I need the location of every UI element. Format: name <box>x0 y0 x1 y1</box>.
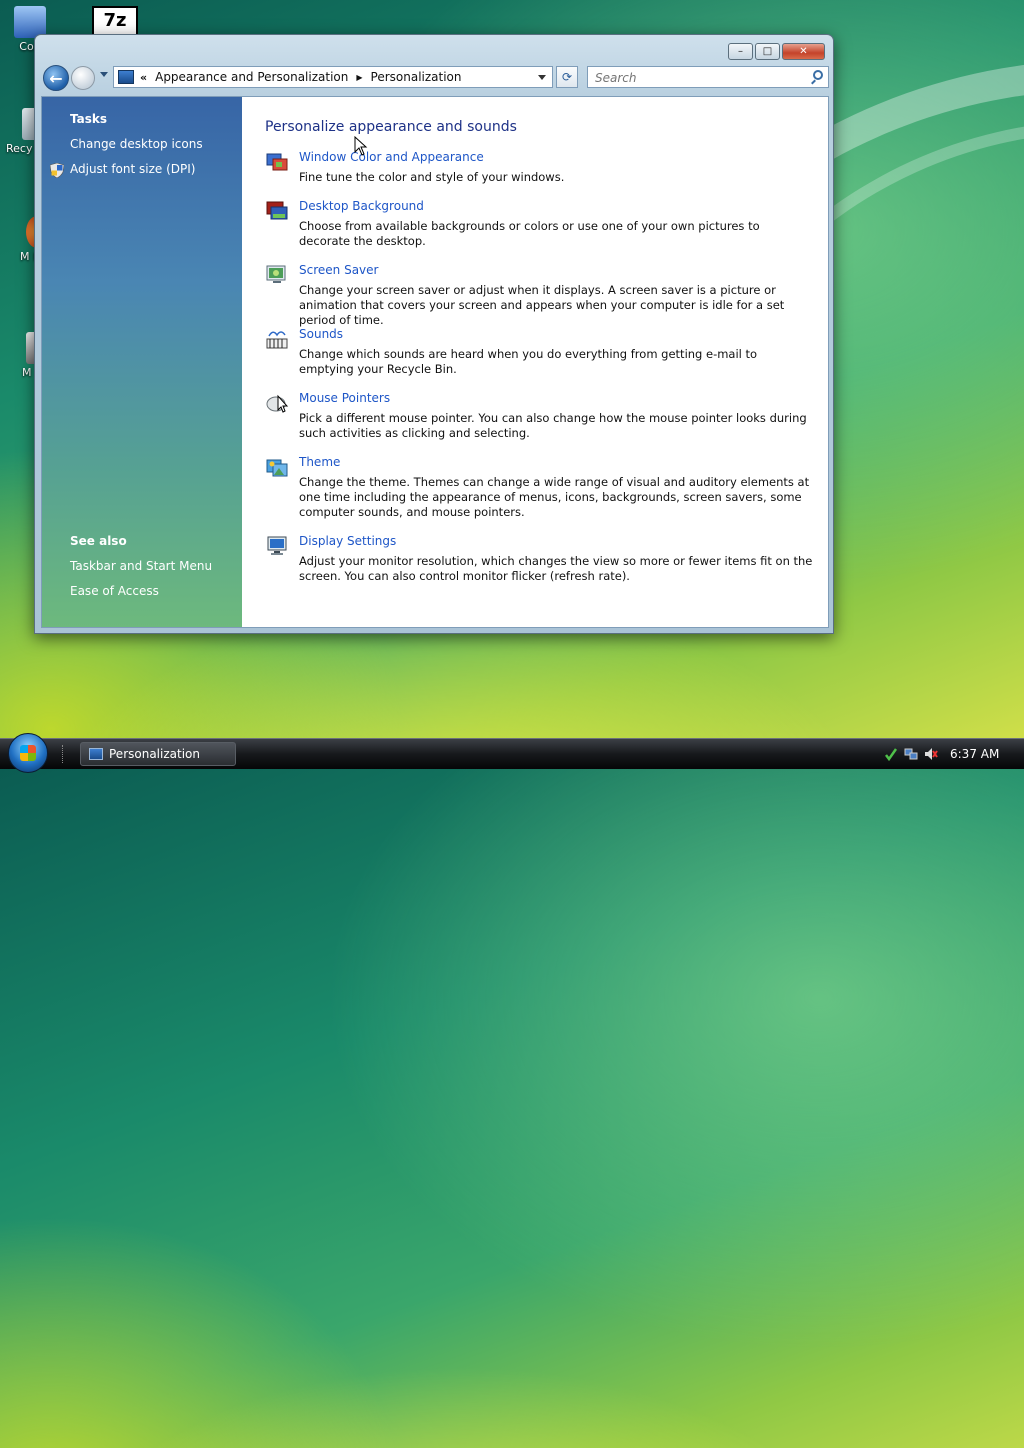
breadcrumb-appearance[interactable]: Appearance and Personalization <box>155 70 348 84</box>
display-settings-link[interactable]: Display Settings <box>299 534 396 548</box>
maximize-button[interactable]: □ <box>755 43 780 60</box>
address-chevron-icon[interactable]: « <box>140 71 147 84</box>
search-icon[interactable] <box>813 70 823 80</box>
address-bar[interactable]: « Appearance and Personalization ▶ Perso… <box>113 66 553 88</box>
personalization-window[interactable]: – □ ✕ ← « Appearance and Personalization… <box>34 34 834 634</box>
desktop-icon-7zip[interactable]: 7z <box>92 6 138 36</box>
content-area: Tasks Change desktop icons Adjust font s… <box>41 96 829 628</box>
screen-saver-link[interactable]: Screen Saver <box>299 263 378 277</box>
navigation-bar: ← « Appearance and Personalization ▶ Per… <box>43 65 829 93</box>
sevenzip-icon-label: 7z <box>103 10 127 31</box>
close-button[interactable]: ✕ <box>782 43 825 60</box>
display-settings-icon <box>267 536 287 555</box>
window-color-icon <box>266 153 288 171</box>
taskbar-start-menu-link[interactable]: Taskbar and Start Menu <box>70 559 212 573</box>
theme-icon <box>266 459 288 477</box>
address-dropdown-icon[interactable] <box>538 75 546 80</box>
start-button[interactable] <box>8 733 48 773</box>
item-description: Choose from available backgrounds or col… <box>299 219 760 248</box>
back-arrow-icon: ← <box>49 68 63 88</box>
notification-area: 6:37 AM <box>884 739 1024 769</box>
recent-pages-dropdown[interactable] <box>100 72 108 77</box>
mouse-cursor-icon <box>354 136 368 156</box>
ease-of-access-link[interactable]: Ease of Access <box>70 584 159 598</box>
control-panel-icon <box>118 70 134 84</box>
see-also-heading: See also <box>70 534 127 548</box>
minimize-button[interactable]: – <box>728 43 753 60</box>
breadcrumb-personalization[interactable]: Personalization <box>371 70 462 84</box>
search-box[interactable] <box>587 66 829 88</box>
sounds-link[interactable]: Sounds <box>299 327 343 341</box>
search-input[interactable] <box>593 70 797 86</box>
taskbar: Personalization 6:37 AM <box>0 733 1024 773</box>
refresh-icon: ⟳ <box>561 70 573 84</box>
item-description: Adjust your monitor resolution, which ch… <box>299 554 813 583</box>
task-pane: Tasks Change desktop icons Adjust font s… <box>42 97 242 627</box>
volume-muted-icon[interactable] <box>924 747 938 761</box>
quick-launch-grip[interactable] <box>62 745 65 763</box>
change-desktop-icons-link[interactable]: Change desktop icons <box>70 137 203 151</box>
taskbar-button-label: Personalization <box>109 747 200 761</box>
caption-buttons: – □ ✕ <box>728 43 825 60</box>
forward-button[interactable] <box>71 66 95 90</box>
security-center-icon[interactable] <box>884 747 898 761</box>
uac-shield-icon <box>50 163 64 178</box>
adjust-font-size-link[interactable]: Adjust font size (DPI) <box>70 162 195 176</box>
screen-saver-icon <box>266 265 286 283</box>
desktop-background-icon <box>266 201 288 220</box>
tasks-heading: Tasks <box>70 112 108 126</box>
page-title: Personalize appearance and sounds <box>265 119 517 135</box>
item-description: Change which sounds are heard when you d… <box>299 347 758 376</box>
item-description: Change your screen saver or adjust when … <box>299 283 785 327</box>
theme-link[interactable]: Theme <box>299 455 340 469</box>
back-button[interactable]: ← <box>43 65 69 91</box>
clock[interactable]: 6:37 AM <box>950 747 999 761</box>
item-description: Pick a different mouse pointer. You can … <box>299 411 807 440</box>
network-icon[interactable] <box>904 747 918 761</box>
taskbar-button-personalization[interactable]: Personalization <box>80 742 236 766</box>
item-description: Change the theme. Themes can change a wi… <box>299 475 810 519</box>
window-color-link[interactable]: Window Color and Appearance <box>299 150 484 164</box>
sounds-icon <box>266 331 288 349</box>
breadcrumb-separator-icon[interactable]: ▶ <box>356 73 362 82</box>
mouse-pointer-icon <box>266 394 289 413</box>
mouse-pointers-link[interactable]: Mouse Pointers <box>299 391 390 405</box>
refresh-button[interactable]: ⟳ <box>556 66 578 88</box>
item-description: Fine tune the color and style of your wi… <box>299 170 565 184</box>
desktop-background-link[interactable]: Desktop Background <box>299 199 424 213</box>
control-panel-icon <box>89 748 103 760</box>
